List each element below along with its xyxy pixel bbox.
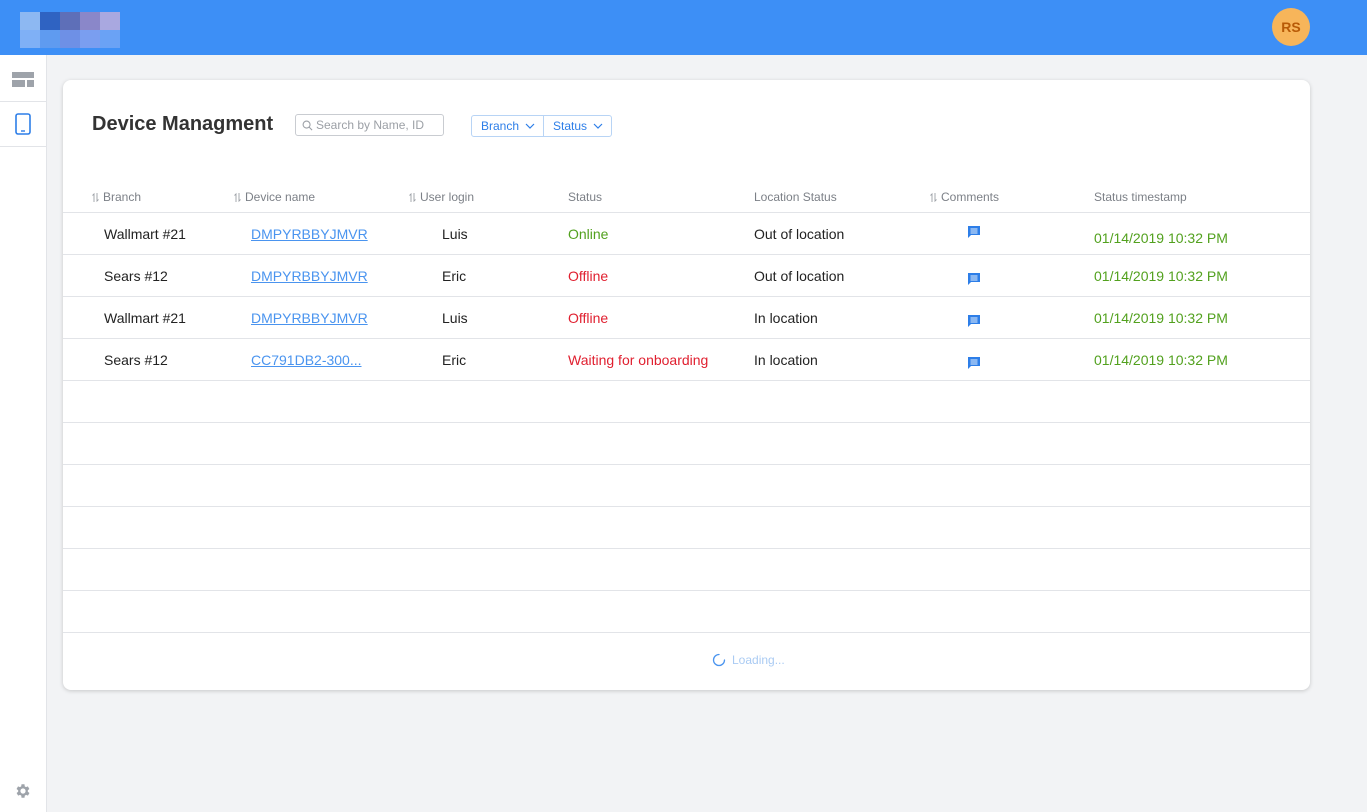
column-header-device-name[interactable]: Device name [234, 190, 315, 204]
empty-table-row [63, 423, 1310, 465]
status-cell: Offline [568, 310, 609, 326]
tablet-icon [15, 113, 31, 135]
column-label: User login [420, 190, 475, 204]
filter-group: Branch Status [471, 115, 613, 137]
branch-cell: Sears #12 [104, 268, 168, 284]
user-login-cell: Eric [442, 352, 467, 368]
column-header-branch[interactable]: Branch [92, 190, 141, 204]
sort-icon [930, 192, 937, 202]
status-cell: Waiting for onboarding [568, 352, 709, 368]
loading-text: Loading... [732, 653, 785, 667]
branch-filter-label: Branch [481, 119, 520, 133]
status-cell: Offline [568, 268, 609, 284]
column-label: Status [568, 190, 603, 204]
status-timestamp-cell: 01/14/2019 10:32 PM [1094, 268, 1228, 284]
column-header-status-timestamp: Status timestamp [1094, 190, 1187, 204]
branch-cell: Sears #12 [104, 352, 168, 368]
location-status-cell: Out of location [754, 226, 845, 242]
user-login-cell: Luis [442, 226, 468, 242]
user-avatar[interactable]: RS [1272, 8, 1310, 46]
status-timestamp-cell: 01/14/2019 10:32 PM [1094, 310, 1228, 326]
column-label: Device name [245, 190, 316, 204]
app-logo[interactable] [20, 12, 120, 48]
sidebar-settings[interactable] [0, 776, 46, 806]
column-header-status: Status [568, 190, 602, 204]
comment-icon[interactable] [967, 314, 981, 328]
column-label: Branch [103, 190, 142, 204]
comment-icon[interactable] [967, 356, 981, 370]
column-label: Status timestamp [1094, 190, 1187, 204]
column-header-location-status: Location Status [754, 190, 837, 204]
table-row[interactable]: Sears #12 DMPYRBBYJMVR Eric Offline Out … [63, 255, 1310, 297]
device-name-link[interactable]: DMPYRBBYJMVR [251, 268, 368, 284]
dashboard-icon [12, 72, 34, 87]
branch-cell: Wallmart #21 [104, 226, 186, 242]
device-management-card: Device Managment Branch Status Branch De… [63, 80, 1310, 690]
table-row[interactable]: Wallmart #21 DMPYRBBYJMVR Luis Online Ou… [63, 213, 1310, 255]
empty-table-row [63, 381, 1310, 423]
device-name-link[interactable]: DMPYRBBYJMVR [251, 226, 368, 242]
chevron-down-icon [593, 123, 603, 129]
gear-icon [16, 784, 30, 798]
sidebar-item-devices[interactable] [0, 101, 46, 147]
column-label: Location Status [754, 190, 837, 204]
column-label: Comments [941, 190, 1000, 204]
location-status-cell: In location [754, 352, 818, 368]
top-bar: RS [0, 0, 1367, 55]
search-box[interactable] [295, 114, 444, 136]
chevron-down-icon [525, 123, 535, 129]
status-filter-dropdown[interactable]: Status [543, 116, 611, 136]
column-header-user-login[interactable]: User login [409, 190, 474, 204]
device-name-link[interactable]: DMPYRBBYJMVR [251, 310, 368, 326]
branch-cell: Wallmart #21 [104, 310, 186, 326]
table-row[interactable]: Sears #12 CC791DB2-300... Eric Waiting f… [63, 339, 1310, 381]
status-timestamp-cell: 01/14/2019 10:32 PM [1094, 352, 1228, 368]
sort-icon [92, 192, 99, 202]
empty-table-row [63, 591, 1310, 633]
user-login-cell: Luis [442, 310, 468, 326]
status-cell: Online [568, 226, 609, 242]
sort-icon [234, 192, 241, 202]
status-timestamp-cell: 01/14/2019 10:32 PM [1094, 230, 1228, 246]
table-row[interactable]: Wallmart #21 DMPYRBBYJMVR Luis Offline I… [63, 297, 1310, 339]
sort-icon [409, 192, 416, 202]
page-title: Device Managment [92, 113, 274, 135]
branch-filter-dropdown[interactable]: Branch [472, 116, 543, 136]
status-filter-label: Status [553, 119, 588, 133]
empty-table-row [63, 507, 1310, 549]
empty-table-row [63, 465, 1310, 507]
comment-icon[interactable] [967, 272, 981, 286]
empty-table-row [63, 549, 1310, 591]
column-header-comments[interactable]: Comments [930, 190, 999, 204]
sidebar [0, 55, 47, 812]
location-status-cell: Out of location [754, 268, 845, 284]
search-input[interactable] [316, 118, 441, 132]
device-name-link[interactable]: CC791DB2-300... [251, 352, 362, 368]
location-status-cell: In location [754, 310, 818, 326]
sidebar-item-dashboard[interactable] [0, 57, 46, 103]
spinner-icon [712, 653, 726, 667]
comment-icon[interactable] [967, 225, 981, 239]
search-icon [302, 120, 313, 130]
loading-indicator: Loading... [712, 653, 785, 667]
table-header: Branch Device name User login Status Loc… [63, 184, 1310, 213]
user-login-cell: Eric [442, 268, 467, 284]
